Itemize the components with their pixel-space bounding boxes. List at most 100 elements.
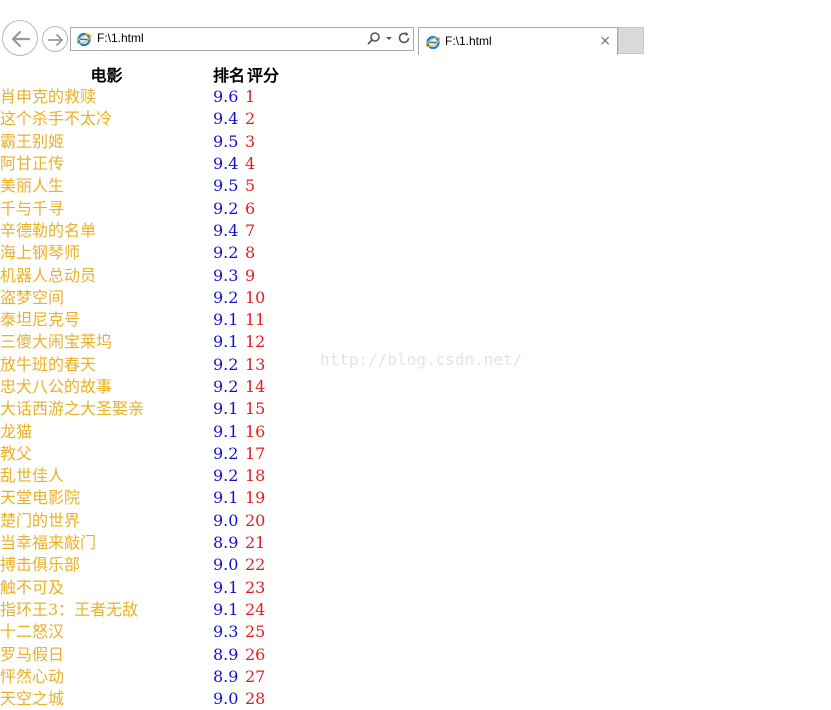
movie-rank: 7 [245, 220, 256, 240]
movie-rank: 16 [245, 421, 266, 441]
movie-rank: 17 [245, 443, 266, 463]
address-text[interactable]: F:\1.html [97, 31, 144, 45]
movie-title: 辛德勒的名单 [0, 220, 97, 240]
movie-rank: 14 [245, 377, 266, 396]
movie-rank: 9 [245, 265, 256, 285]
movie-rank: 1 [245, 87, 256, 107]
back-button[interactable] [2, 20, 38, 56]
table-row: 忠犬八公的故事 9.2 14 [0, 376, 281, 398]
movie-score: 9.0 [213, 510, 239, 530]
table-row: 楚门的世界 9.0 20 [0, 510, 281, 532]
page-content: 电影 排名 评分 肖申克的救赎 9.6 1 这个杀手不太冷 9.4 2 霸王别姬 9.5 3 阿甘… [0, 62, 281, 710]
table-row: 机器人总动员 9.3 9 [0, 264, 281, 286]
movie-rank: 25 [245, 622, 266, 642]
movie-title: 海上钢琴师 [0, 243, 81, 263]
movie-rank: 10 [245, 287, 266, 307]
movie-rank: 5 [245, 176, 256, 196]
movie-title: 泰坦尼克号 [0, 310, 81, 330]
dropdown-icon[interactable] [385, 30, 393, 49]
table-row: 美丽人生 9.5 5 [0, 175, 281, 197]
movie-title: 天空之城 [0, 689, 65, 709]
movie-title: 教父 [0, 443, 33, 463]
table-row: 教父 9.2 17 [0, 443, 281, 465]
movie-score: 9.2 [213, 354, 239, 374]
movie-table: 电影 排名 评分 肖申克的救赎 9.6 1 这个杀手不太冷 9.4 2 霸王别姬 9.5 3 阿甘… [0, 62, 281, 710]
movie-score: 9.1 [213, 599, 239, 619]
close-icon[interactable]: × [599, 33, 611, 49]
table-row: 罗马假日 8.9 26 [0, 643, 281, 665]
movie-score: 9.2 [213, 198, 239, 218]
table-row: 当幸福来敲门 8.9 21 [0, 532, 281, 554]
movie-score: 9.1 [213, 488, 239, 508]
movie-rank: 18 [245, 466, 266, 486]
movie-rank: 8 [245, 243, 256, 263]
movie-rank: 6 [245, 198, 256, 218]
table-row: 天堂电影院 9.1 19 [0, 487, 281, 509]
movie-title: 放牛班的春天 [0, 354, 97, 374]
movie-rank: 26 [245, 644, 266, 664]
header-movie: 电影 [90, 66, 123, 85]
table-row: 这个杀手不太冷 9.4 2 [0, 108, 281, 130]
movie-rank: 23 [245, 577, 266, 597]
movie-title: 十二怒汉 [0, 622, 65, 642]
movie-title: 当幸福来敲门 [0, 533, 97, 553]
address-actions [367, 31, 411, 47]
movie-rank: 13 [245, 354, 266, 374]
ie-icon [425, 35, 441, 50]
movie-rank: 19 [245, 488, 266, 508]
movie-rank: 15 [245, 399, 266, 419]
movie-score: 9.2 [213, 466, 239, 486]
table-row: 泰坦尼克号 9.1 11 [0, 309, 281, 331]
movie-title: 搏击俱乐部 [0, 555, 81, 575]
table-row: 千与千寻 9.2 6 [0, 197, 281, 219]
movie-title: 乱世佳人 [0, 466, 65, 486]
forward-arrow-icon [48, 34, 63, 46]
movie-rank: 28 [245, 689, 266, 709]
movie-title: 天堂电影院 [0, 488, 81, 508]
movie-rank: 3 [245, 131, 256, 151]
header-rank: 评分 [246, 66, 279, 85]
movie-title: 这个杀手不太冷 [0, 109, 113, 129]
movie-score: 8.9 [213, 533, 239, 553]
movie-title: 三傻大闹宝莱坞 [0, 332, 113, 352]
movie-title: 美丽人生 [0, 176, 65, 196]
movie-title: 大话西游之大圣娶亲 [0, 399, 145, 419]
movie-title: 怦然心动 [0, 666, 65, 686]
movie-rank: 22 [245, 555, 266, 575]
movie-title: 盗梦空间 [0, 287, 65, 307]
tab-current-page[interactable]: F:\1.html × [418, 27, 618, 55]
movie-score: 8.9 [213, 644, 239, 664]
table-row: 龙猫 9.1 16 [0, 420, 281, 442]
table-row: 怦然心动 8.9 27 [0, 666, 281, 688]
table-row: 天空之城 9.0 28 [0, 688, 281, 710]
movie-title: 霸王别姬 [0, 131, 65, 151]
watermark: http://blog.csdn.net/ [320, 350, 523, 369]
movie-score: 9.1 [213, 399, 239, 419]
movie-score: 9.0 [213, 689, 239, 709]
movie-rank: 21 [245, 533, 266, 553]
table-row: 海上钢琴师 9.2 8 [0, 242, 281, 264]
movie-score: 9.2 [213, 243, 239, 263]
movie-score: 9.1 [213, 577, 239, 597]
movie-table-body: 肖申克的救赎 9.6 1 这个杀手不太冷 9.4 2 霸王别姬 9.5 3 阿甘正传 9.4 4 美丽人… [0, 86, 281, 710]
movie-score: 9.1 [213, 310, 239, 330]
search-icon[interactable] [367, 30, 381, 49]
forward-button[interactable] [42, 26, 68, 52]
table-header-row: 电影 排名 评分 [0, 62, 281, 86]
new-tab-button[interactable] [618, 27, 644, 54]
movie-rank: 27 [245, 666, 266, 686]
movie-rank: 11 [245, 310, 266, 330]
table-row: 搏击俱乐部 9.0 22 [0, 554, 281, 576]
address-bar[interactable]: F:\1.html [70, 27, 414, 51]
movie-score: 9.3 [213, 622, 239, 642]
movie-score: 9.1 [213, 421, 239, 441]
movie-title: 千与千寻 [0, 198, 65, 218]
movie-score: 9.6 [213, 87, 239, 107]
movie-rank: 20 [245, 510, 266, 530]
movie-score: 9.4 [213, 154, 239, 174]
movie-score: 9.2 [213, 443, 239, 463]
refresh-icon[interactable] [397, 30, 411, 49]
browser-toolbar: F:\1.html F:\1.html × [0, 18, 831, 58]
table-row: 指环王3：王者无敌 9.1 24 [0, 599, 281, 621]
header-score: 排名 [213, 66, 246, 85]
